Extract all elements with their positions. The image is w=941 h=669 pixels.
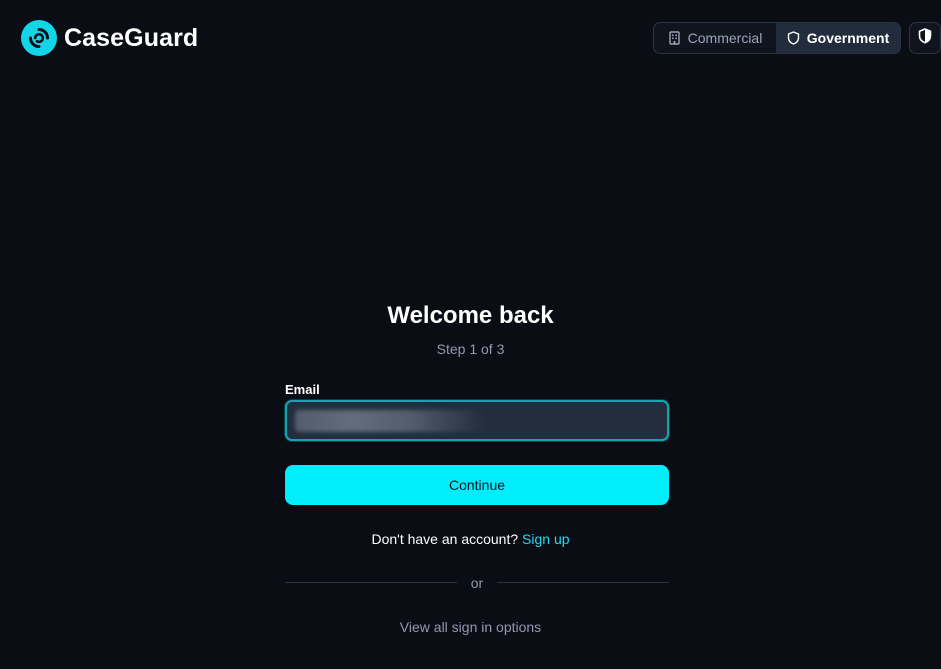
sector-toggle: Commercial Government [653,22,901,54]
step-indicator: Step 1 of 3 [436,341,505,357]
government-label: Government [806,30,890,46]
view-all-sign-in-options-link[interactable]: View all sign in options [0,619,941,635]
divider-left [285,582,457,583]
page-title: Welcome back [387,302,554,329]
caseguard-logo-icon [21,20,57,56]
building-icon [668,31,681,45]
email-label: Email [285,382,320,397]
security-button[interactable] [909,22,941,54]
shield-outline-icon [787,31,800,45]
signup-prompt: Don't have an account? [371,531,519,547]
divider-right [497,582,669,583]
signup-link[interactable]: Sign up [522,531,569,547]
government-tab[interactable]: Government [776,23,900,53]
divider-or: or [470,575,484,591]
login-page: CaseGuard Commercial Government Welcome … [0,0,941,669]
continue-button[interactable]: Continue [285,465,669,505]
redacted-email-value [295,410,485,432]
commercial-label: Commercial [687,30,763,46]
brand-logo[interactable]: CaseGuard [21,20,198,56]
signup-prompt-row: Don't have an account? Sign up [0,531,941,547]
shield-filled-icon [918,27,932,49]
brand-name: CaseGuard [64,23,199,52]
commercial-tab[interactable]: Commercial [654,23,776,53]
